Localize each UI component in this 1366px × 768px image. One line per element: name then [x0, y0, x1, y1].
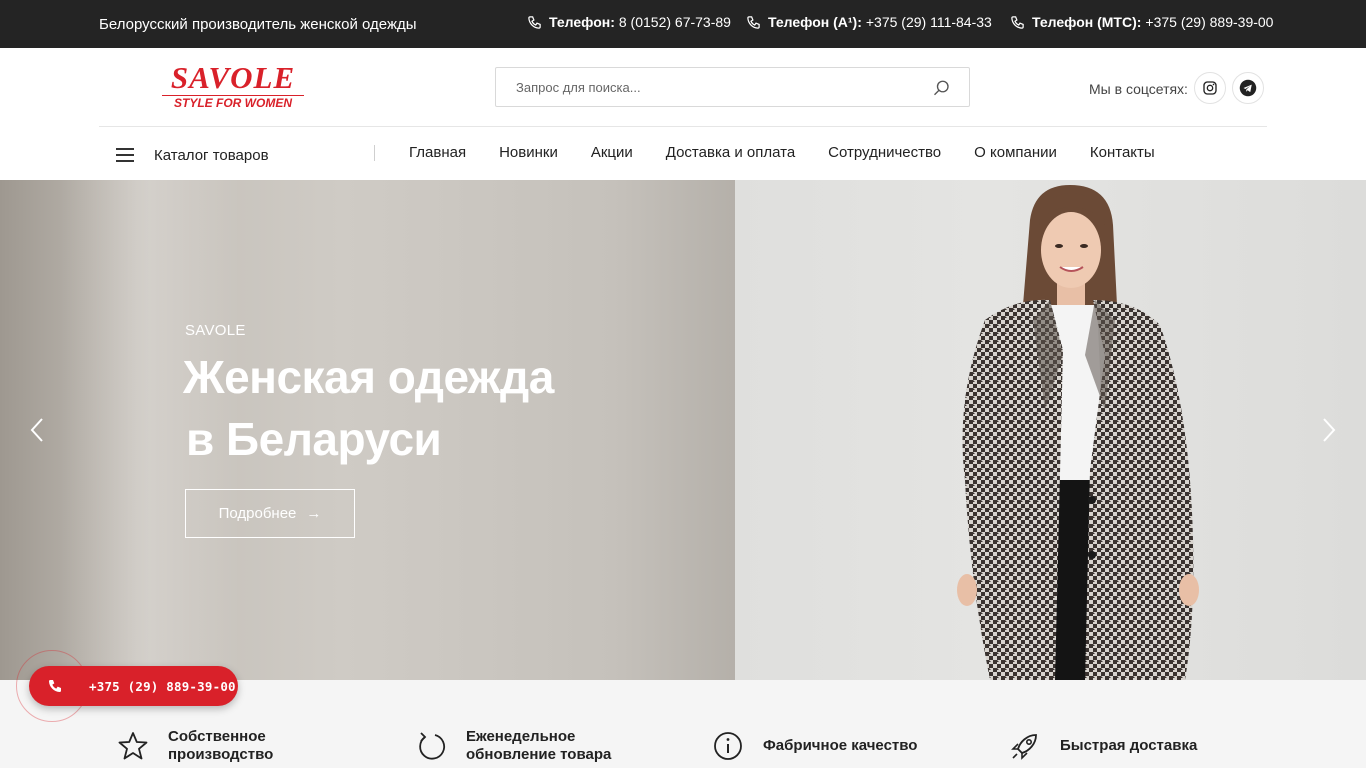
nav-item-contacts[interactable]: Контакты: [1090, 144, 1155, 161]
feature-label-line: Собственное: [168, 728, 266, 745]
nav-item-new[interactable]: Новинки: [499, 144, 558, 161]
hero-more-label: Подробнее: [218, 505, 297, 522]
hero-title: Женская одежда в Беларуси: [183, 346, 554, 470]
nav-item-delivery[interactable]: Доставка и оплата: [666, 144, 795, 161]
hero-more-button[interactable]: Подробнее →: [185, 489, 355, 538]
menu-icon: [116, 148, 134, 162]
hero-slider: SAVOLE Женская одежда в Беларуси Подробн…: [0, 180, 1366, 680]
slider-next-icon[interactable]: [1321, 417, 1337, 443]
nav-item-cooperation[interactable]: Сотрудничество: [828, 144, 941, 161]
phone-link-a1[interactable]: Телефон (A¹): +375 (29) 111-84-33: [746, 14, 992, 30]
feature-own-production: Собственное производство: [117, 728, 328, 764]
hero-title-line: Женская одежда: [183, 351, 554, 403]
phone-number: +375 (29) 111-84-33: [865, 14, 992, 30]
hero-subtitle: SAVOLE: [185, 322, 246, 339]
nav-item-sales[interactable]: Акции: [591, 144, 633, 161]
refresh-icon: [419, 732, 445, 760]
phone-link-mts[interactable]: Телефон (МТС): +375 (29) 889-39-00: [1010, 14, 1273, 30]
catalog-menu-button[interactable]: Каталог товаров: [116, 144, 269, 166]
instagram-link[interactable]: [1194, 72, 1226, 104]
telegram-link[interactable]: [1232, 72, 1264, 104]
telegram-icon: [1239, 79, 1257, 97]
callback-number: +375 (29) 889-39-00: [89, 678, 236, 694]
catalog-label: Каталог товаров: [154, 146, 269, 164]
tagline: Белорусский производитель женской одежды: [99, 16, 417, 33]
main-nav: Главная Новинки Акции Доставка и оплата …: [409, 144, 1188, 161]
feature-label: Еженедельное обновление товара: [466, 728, 626, 764]
callback-button[interactable]: +375 (29) 889-39-00: [29, 666, 238, 706]
feature-weekly-update: Еженедельное обновление товара: [415, 728, 626, 764]
phone-number: 8 (0152) 67-73-89: [618, 14, 731, 30]
feature-label-line: Фабричное качество: [763, 737, 918, 754]
phone-icon: [747, 15, 760, 29]
phone-number: +375 (29) 889-39-00: [1145, 14, 1274, 30]
search-input[interactable]: [496, 68, 926, 106]
nav-item-about[interactable]: О компании: [974, 144, 1057, 161]
feature-label: Быстрая доставка: [1060, 737, 1220, 755]
logo-slogan: STYLE FOR WOMEN: [174, 96, 292, 110]
header: SAVOLE STYLE FOR WOMEN Мы в соцсетях: Ка…: [0, 48, 1366, 180]
feature-label-line: Быстрая доставка: [1060, 737, 1198, 754]
feature-fast-delivery: Быстрая доставка: [1009, 728, 1220, 764]
search-icon[interactable]: [933, 79, 951, 97]
feature-label-line: Еженедельное: [466, 728, 576, 745]
instagram-icon: [1203, 81, 1217, 95]
phone-label: Телефон (A¹):: [768, 14, 862, 30]
logo-brand: SAVOLE: [170, 60, 296, 95]
info-icon: [714, 732, 742, 760]
search-box: [495, 67, 970, 107]
social-label: Мы в соцсетях:: [1089, 81, 1188, 97]
hero-title-line: в Беларуси: [186, 413, 442, 465]
feature-label-line: обновление товара: [466, 746, 612, 763]
phone-icon: [528, 15, 541, 29]
nav-separator: [374, 145, 375, 161]
phone-label: Телефон (МТС):: [1032, 14, 1142, 30]
arrow-right-icon: →: [306, 505, 322, 522]
feature-label: Собственное производство: [168, 728, 328, 764]
top-bar: Белорусский производитель женской одежды…: [0, 0, 1366, 48]
phone-label: Телефон:: [549, 14, 615, 30]
nav-item-home[interactable]: Главная: [409, 144, 466, 161]
star-icon: [118, 732, 148, 760]
slider-prev-icon[interactable]: [29, 417, 45, 443]
phone-link-main[interactable]: Телефон: 8 (0152) 67-73-89: [527, 14, 731, 30]
feature-label: Фабричное качество: [763, 737, 923, 755]
hero-model-image: [957, 185, 1199, 680]
site-logo[interactable]: SAVOLE STYLE FOR WOMEN: [160, 62, 306, 110]
feature-factory-quality: Фабричное качество: [712, 728, 923, 764]
feature-label-line: производство: [168, 746, 274, 763]
rocket-icon: [1011, 734, 1037, 760]
phone-icon: [1011, 15, 1024, 29]
header-divider: [99, 126, 1267, 127]
phone-icon: [49, 680, 61, 692]
